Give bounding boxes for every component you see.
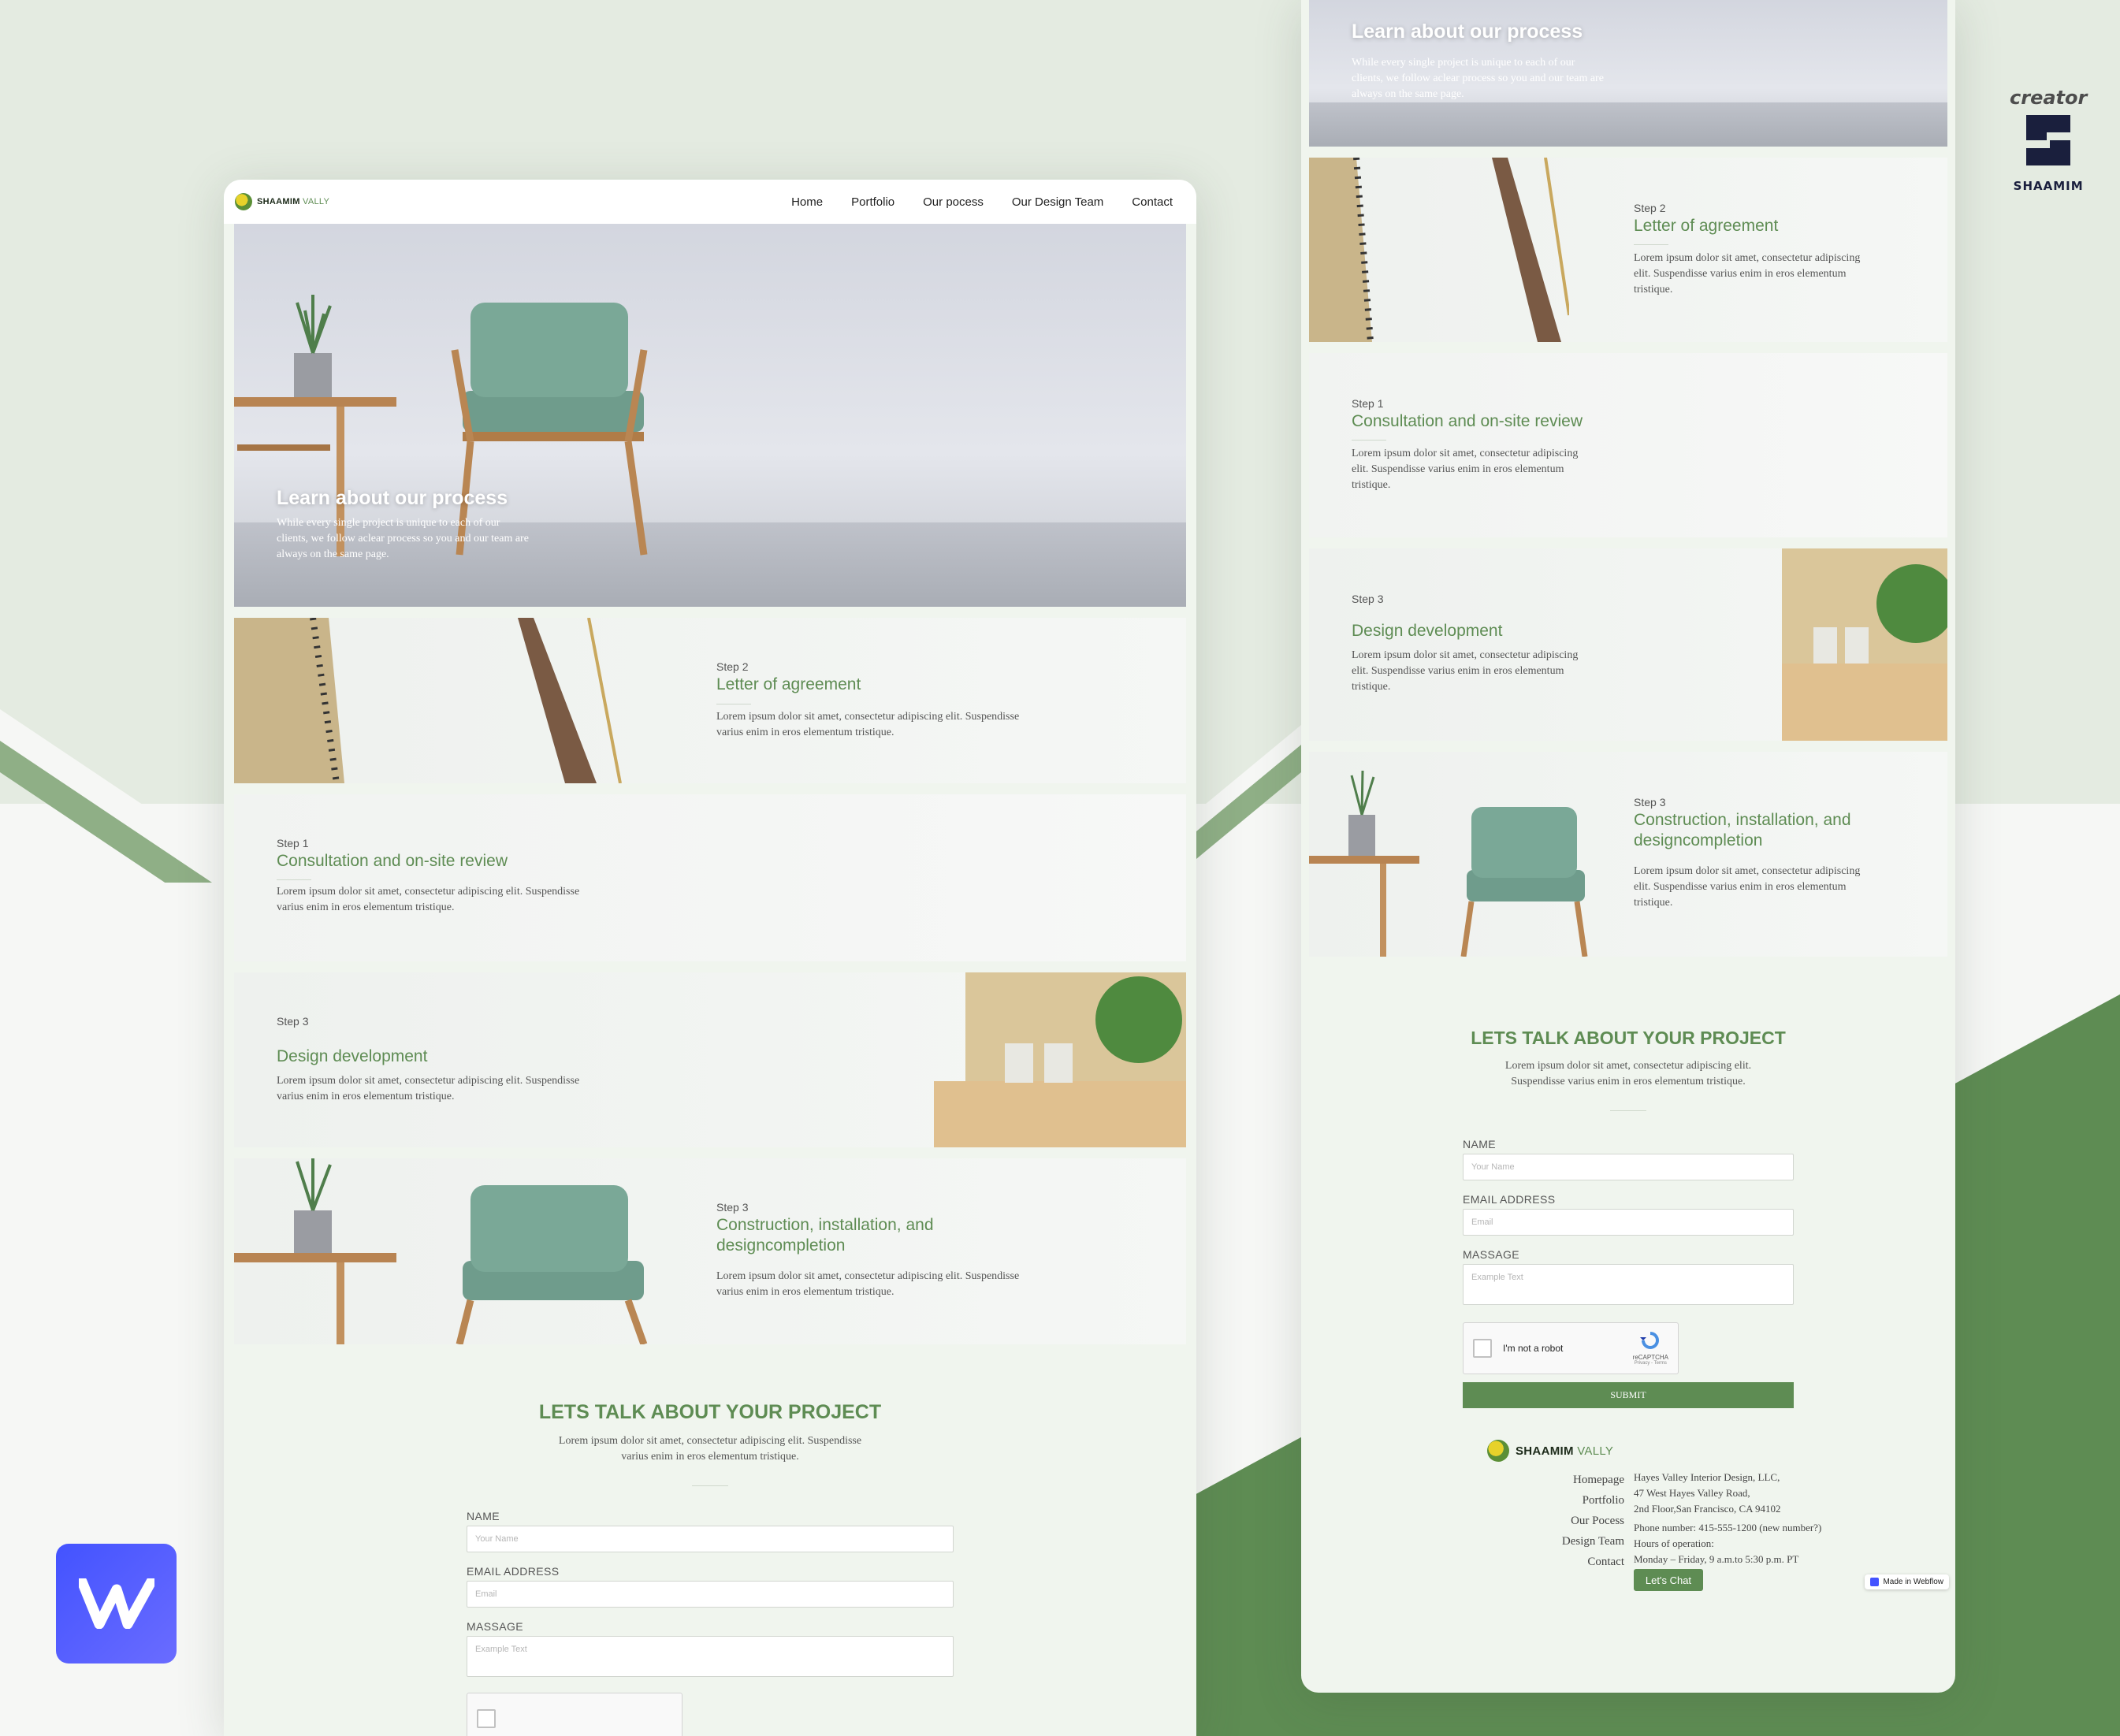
brand-logo[interactable]: SHAAMIM VALLY (235, 193, 329, 210)
hero-title: Learn about our process (1352, 20, 1583, 43)
hero-title: Learn about our process (277, 487, 508, 509)
nav-menu: Home Portfolio Our pocess Our Design Tea… (791, 195, 1173, 209)
nav-our-process[interactable]: Our pocess (923, 195, 984, 209)
recaptcha-checkbox[interactable] (1473, 1339, 1492, 1358)
nav-contact[interactable]: Contact (1132, 195, 1173, 209)
logo-icon (235, 193, 252, 210)
shaamim-logo-icon (2026, 115, 2071, 165)
nav-design-team[interactable]: Our Design Team (1012, 195, 1103, 209)
tablet-mockup: Learn about our process While every sing… (1301, 0, 1955, 1693)
email-label: EMAIL ADDRESS (1463, 1193, 1556, 1206)
submit-button[interactable]: SUBMIT (1463, 1382, 1794, 1408)
shelf-illustration (934, 972, 1186, 1147)
footer-link-process[interactable]: Our Pocess (1487, 1511, 1624, 1531)
recaptcha-checkbox[interactable] (477, 1709, 496, 1728)
hero-subtitle: While every single project is unique to … (277, 517, 529, 560)
step-card-agreement: Step 2 Letter of agreement Lorem ipsum d… (1309, 158, 1947, 342)
navbar: SHAAMIM VALLY Home Portfolio Our pocess … (224, 180, 1196, 224)
email-input[interactable]: Email (467, 1581, 954, 1608)
recaptcha-widget: I'm not a robot reCAPTCHA Privacy - Term… (1463, 1322, 1679, 1374)
notebook-illustration (1309, 158, 1569, 342)
contact-form: NAME Your Name EMAIL ADDRESS Email MASSA… (1463, 1138, 1794, 1408)
contact-form: NAME Your Name EMAIL ADDRESS Email MASSA… (467, 1510, 954, 1736)
message-textarea[interactable]: Example Text (467, 1636, 954, 1677)
footer-address: Hayes Valley Interior Design, LLC, 47 We… (1634, 1471, 1822, 1565)
step-card-construction: Step 3 Construction, installation, and de… (1309, 752, 1947, 957)
footer-link-portfolio[interactable]: Portfolio (1487, 1490, 1624, 1511)
webflow-icon (1870, 1578, 1880, 1586)
made-in-webflow-badge[interactable]: Made in Webflow (1865, 1574, 1949, 1589)
desktop-mockup: SHAAMIM VALLY Home Portfolio Our pocess … (224, 180, 1196, 1736)
step-card-consultation: Step 1 Consultation and on-site review L… (1309, 353, 1947, 537)
name-input[interactable]: Your Name (467, 1526, 954, 1552)
footer-link-homepage[interactable]: Homepage (1487, 1470, 1624, 1490)
chair-illustration (234, 1158, 648, 1344)
logo-icon (1487, 1440, 1509, 1462)
email-label: EMAIL ADDRESS (467, 1565, 560, 1578)
name-label: NAME (1463, 1138, 1497, 1151)
message-label: MASSAGE (1463, 1248, 1520, 1261)
creator-badge: creator SHAAMIM (2010, 87, 2088, 193)
recaptcha-widget (467, 1693, 682, 1736)
step-card-consultation: Step 1 Consultation and on-site review L… (234, 794, 1186, 961)
contact-subtitle: Lorem ipsum dolor sit amet, consectetur … (1504, 1060, 1752, 1087)
lets-chat-button[interactable]: Let's Chat (1634, 1569, 1703, 1591)
contact-subtitle: Lorem ipsum dolor sit amet, consectetur … (558, 1435, 862, 1463)
webflow-logo (56, 1544, 177, 1664)
webflow-w-icon (78, 1578, 154, 1629)
contact-section: LETS TALK ABOUT YOUR PROJECT Lorem ipsum… (1301, 968, 1955, 1408)
step-card-agreement: Step 2 Letter of agreement Lorem ipsum d… (234, 618, 1186, 783)
hero-subtitle: While every single project is unique to … (1352, 57, 1604, 100)
step-card-design: Step 3 Design development Lorem ipsum do… (234, 972, 1186, 1147)
shelf-illustration (1782, 548, 1947, 741)
notebook-illustration (234, 618, 622, 783)
contact-section: LETS TALK ABOUT YOUR PROJECT Lorem ipsum… (224, 1344, 1196, 1736)
footer: SHAAMIM VALLY Homepage Portfolio Our Poc… (1301, 1408, 1955, 1597)
message-label: MASSAGE (467, 1620, 524, 1633)
footer-links: Homepage Portfolio Our Pocess Design Tea… (1487, 1470, 1624, 1572)
message-textarea[interactable]: Example Text (1463, 1264, 1794, 1305)
name-label: NAME (467, 1510, 500, 1522)
hero-section: Learn about our process While every sing… (234, 224, 1186, 607)
footer-logo[interactable]: SHAAMIM VALLY (1487, 1440, 1613, 1462)
hero-section: Learn about our process While every sing… (1309, 0, 1947, 147)
step-card-construction: Step 3 Construction, installation, and de… (234, 1158, 1186, 1344)
recaptcha-icon (1640, 1332, 1660, 1349)
chair-illustration (1309, 770, 1588, 957)
footer-link-contact[interactable]: Contact (1487, 1552, 1624, 1572)
step-card-design: Step 3 Design development Lorem ipsum do… (1309, 548, 1947, 741)
contact-title: LETS TALK ABOUT YOUR PROJECT (538, 1401, 882, 1423)
nav-portfolio[interactable]: Portfolio (851, 195, 894, 209)
email-input[interactable]: Email (1463, 1209, 1794, 1236)
nav-home[interactable]: Home (791, 195, 823, 209)
footer-link-team[interactable]: Design Team (1487, 1531, 1624, 1552)
recaptcha-logo: reCAPTCHA Privacy - Terms (1633, 1331, 1668, 1366)
name-input[interactable]: Your Name (1463, 1154, 1794, 1180)
contact-title: LETS TALK ABOUT YOUR PROJECT (1471, 1028, 1786, 1048)
